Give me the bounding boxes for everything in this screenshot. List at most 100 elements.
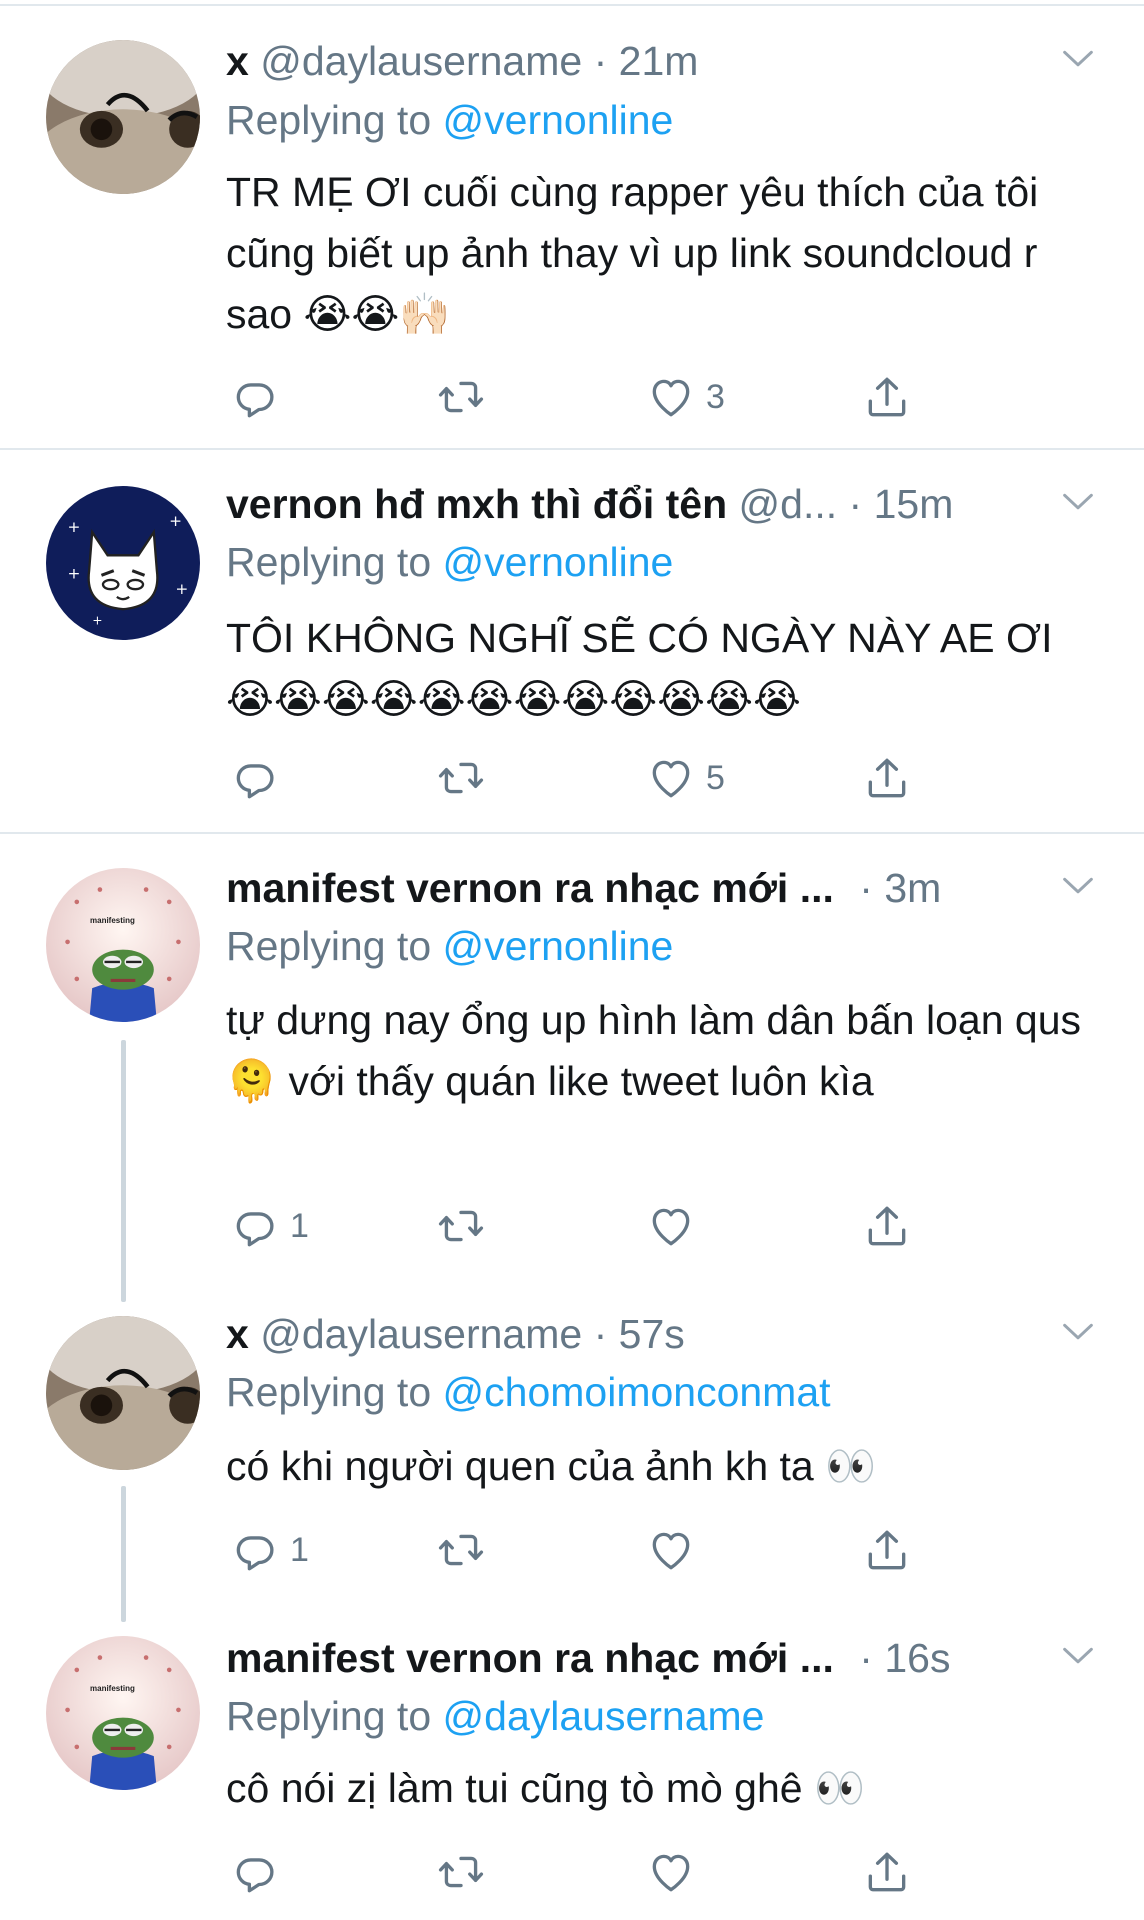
like-button[interactable] (646, 1520, 706, 1580)
user-handle[interactable]: @daylausername (260, 38, 582, 84)
replying-user-link[interactable]: @vernonline (443, 97, 674, 143)
reply-icon (230, 1525, 280, 1575)
separator: · (593, 1311, 608, 1357)
cat-avatar-image (46, 40, 200, 194)
tweet-actions: 5 (226, 748, 926, 808)
like-count: 3 (706, 377, 725, 416)
share-icon (862, 753, 912, 803)
chevron-down-icon[interactable] (1058, 482, 1098, 522)
tweet[interactable]: vernon hđ mxh thì đổi tên @d... · 15m Re… (0, 450, 1144, 832)
avatar[interactable] (46, 486, 200, 640)
share-button[interactable] (862, 748, 912, 808)
share-icon (862, 1847, 912, 1897)
like-count: 5 (706, 758, 725, 797)
timestamp[interactable]: 21m (619, 38, 699, 84)
retweet-button[interactable] (436, 367, 496, 427)
tweet[interactable]: x @daylausername · 21m Replying to @vern… (0, 0, 1144, 448)
tweet-text: cô nói zị làm tui cũng tò mò ghê 👀 (226, 1765, 866, 1811)
replying-user-link[interactable]: @vernonline (443, 923, 674, 969)
tweet-header: manifest vernon ra nhạc mới ... · 16s (226, 1630, 1120, 1686)
timestamp[interactable]: 3m (884, 865, 941, 911)
share-button[interactable] (862, 1196, 912, 1256)
tweet[interactable]: x @daylausername · 57s Replying to @chom… (0, 1280, 1144, 1600)
reply-button[interactable] (230, 1842, 290, 1902)
separator: · (859, 865, 873, 911)
tweet-header: vernon hđ mxh thì đổi tên @d... · 15m (226, 476, 1120, 532)
user-handle[interactable]: @daylausername (260, 1311, 582, 1357)
reply-button[interactable]: 1 (230, 1520, 309, 1580)
timestamp[interactable]: 57s (619, 1311, 685, 1357)
retweet-button[interactable] (436, 1520, 496, 1580)
replying-label: Replying to (226, 97, 432, 143)
like-button[interactable] (646, 1842, 706, 1902)
tweet-text: TÔI KHÔNG NGHĨ SẼ CÓ NGÀY NÀY AE ƠI 😭😭😭😭… (226, 615, 1053, 722)
replying-user-link[interactable]: @daylausername (443, 1693, 765, 1739)
retweet-icon (436, 753, 486, 803)
replying-label: Replying to (226, 923, 432, 969)
avatar[interactable]: manifesting (46, 1636, 200, 1790)
reply-button[interactable]: 1 (230, 1196, 309, 1256)
replying-to: Replying to @vernonline (226, 534, 673, 590)
reply-icon (230, 753, 280, 803)
tweet-actions: 1 (226, 1196, 926, 1256)
replying-label: Replying to (226, 1693, 432, 1739)
timestamp[interactable]: 15m (874, 481, 954, 527)
display-name[interactable]: x (226, 1311, 249, 1357)
avatar-caption: manifesting (90, 916, 135, 925)
heart-icon (646, 1525, 696, 1575)
display-name[interactable]: manifest vernon ra nhạc mới ... (226, 1635, 834, 1681)
display-name[interactable]: vernon hđ mxh thì đổi tên (226, 481, 727, 527)
replying-to: Replying to @daylausername (226, 1688, 765, 1744)
replying-to: Replying to @vernonline (226, 92, 673, 148)
separator: · (859, 1635, 873, 1681)
timestamp[interactable]: 16s (884, 1635, 950, 1681)
tweet-header: x @daylausername · 21m (226, 33, 1120, 89)
heart-icon (646, 1201, 696, 1251)
avatar[interactable]: manifesting (46, 868, 200, 1022)
avatar[interactable] (46, 40, 200, 194)
tweet-header: manifest vernon ra nhạc mới ... · 3m (226, 860, 1120, 916)
reply-icon (230, 372, 280, 422)
chevron-down-icon[interactable] (1058, 1636, 1098, 1676)
replying-to: Replying to @chomoimonconmat (226, 1364, 831, 1420)
display-name[interactable]: manifest vernon ra nhạc mới ... (226, 865, 834, 911)
tweet-text: tự dưng nay ổng up hình làm dân bấn loạn… (226, 997, 1082, 1104)
reply-icon (230, 1201, 280, 1251)
share-button[interactable] (862, 367, 912, 427)
retweet-icon (436, 1201, 486, 1251)
chevron-down-icon[interactable] (1058, 39, 1098, 79)
avatar-caption: manifesting (90, 1684, 135, 1693)
share-button[interactable] (862, 1520, 912, 1580)
tweet[interactable]: manifesting manifest vernon ra nhạc mới … (0, 1600, 1144, 1920)
tweet-actions: 3 (226, 367, 926, 427)
share-icon (862, 372, 912, 422)
user-handle[interactable]: @d... (739, 481, 838, 527)
replying-user-link[interactable]: @chomoimonconmat (443, 1369, 831, 1415)
reply-button[interactable] (230, 748, 290, 808)
separator: · (848, 481, 863, 527)
tweet[interactable]: manifesting manifest vernon ra nhạc mới … (0, 834, 1144, 1280)
share-icon (862, 1525, 912, 1575)
retweet-button[interactable] (436, 1842, 496, 1902)
separator: · (593, 38, 608, 84)
share-button[interactable] (862, 1842, 912, 1902)
display-name[interactable]: x (226, 38, 249, 84)
reply-button[interactable] (230, 367, 290, 427)
retweet-button[interactable] (436, 748, 496, 808)
chevron-down-icon[interactable] (1058, 866, 1098, 906)
retweet-button[interactable] (436, 1196, 496, 1256)
tweet-actions (226, 1842, 926, 1902)
share-icon (862, 1201, 912, 1251)
like-button[interactable]: 3 (646, 367, 725, 427)
retweet-icon (436, 1847, 486, 1897)
retweet-icon (436, 1525, 486, 1575)
avatar[interactable] (46, 1316, 200, 1470)
replying-to: Replying to @vernonline (226, 918, 673, 974)
reply-count: 1 (290, 1206, 309, 1245)
like-button[interactable] (646, 1196, 706, 1256)
replying-user-link[interactable]: @vernonline (443, 539, 674, 585)
chevron-down-icon[interactable] (1058, 1312, 1098, 1352)
tweet-actions: 1 (226, 1520, 926, 1580)
like-button[interactable]: 5 (646, 748, 725, 808)
heart-icon (646, 372, 696, 422)
